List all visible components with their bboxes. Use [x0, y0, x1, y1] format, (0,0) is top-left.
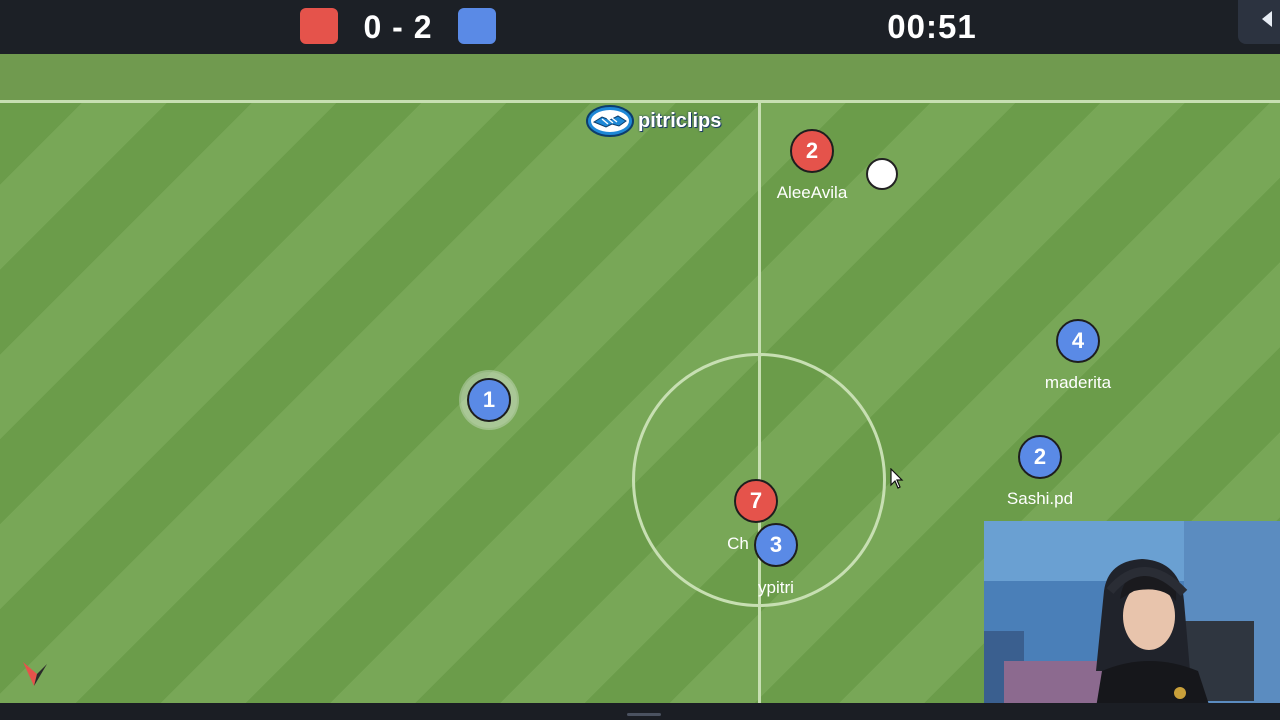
mouse-cursor-icon	[890, 468, 904, 489]
red-team-indicator	[300, 8, 338, 44]
player-blue-3: 3	[754, 523, 798, 567]
blue-team-indicator	[458, 8, 496, 44]
touch-line	[0, 100, 1280, 103]
player-red-7: 7	[734, 479, 778, 523]
player-blue-1: 1	[467, 378, 511, 422]
brand-text: pitriclips	[638, 110, 722, 132]
score: 0 - 2	[363, 9, 433, 45]
stream-brand-overlay: pitriclips	[586, 104, 746, 140]
scoreboard-bar: 0 - 2 00:51	[0, 0, 1280, 54]
pitch-top-band	[0, 54, 1280, 100]
corner-logo-icon	[23, 662, 47, 686]
match-clock: 00:51	[887, 8, 977, 45]
player-blue-2: 2	[1018, 435, 1062, 479]
player-name: AleeAvila	[776, 183, 848, 202]
player-name: ypitri	[758, 578, 794, 597]
exit-button[interactable]	[1238, 0, 1280, 44]
streamer-image	[984, 521, 1280, 720]
player-blue-4: 4	[1056, 319, 1100, 363]
back-arrow-icon	[1262, 11, 1272, 27]
scroll-handle[interactable]	[627, 713, 661, 716]
bottom-strip	[0, 703, 1280, 720]
player-red-2: 2	[790, 129, 834, 173]
streamer-webcam	[984, 521, 1280, 720]
player-name: maderita	[1044, 373, 1112, 392]
player-name: Sashi.pd	[1006, 489, 1074, 508]
handshake-icon	[586, 105, 634, 137]
